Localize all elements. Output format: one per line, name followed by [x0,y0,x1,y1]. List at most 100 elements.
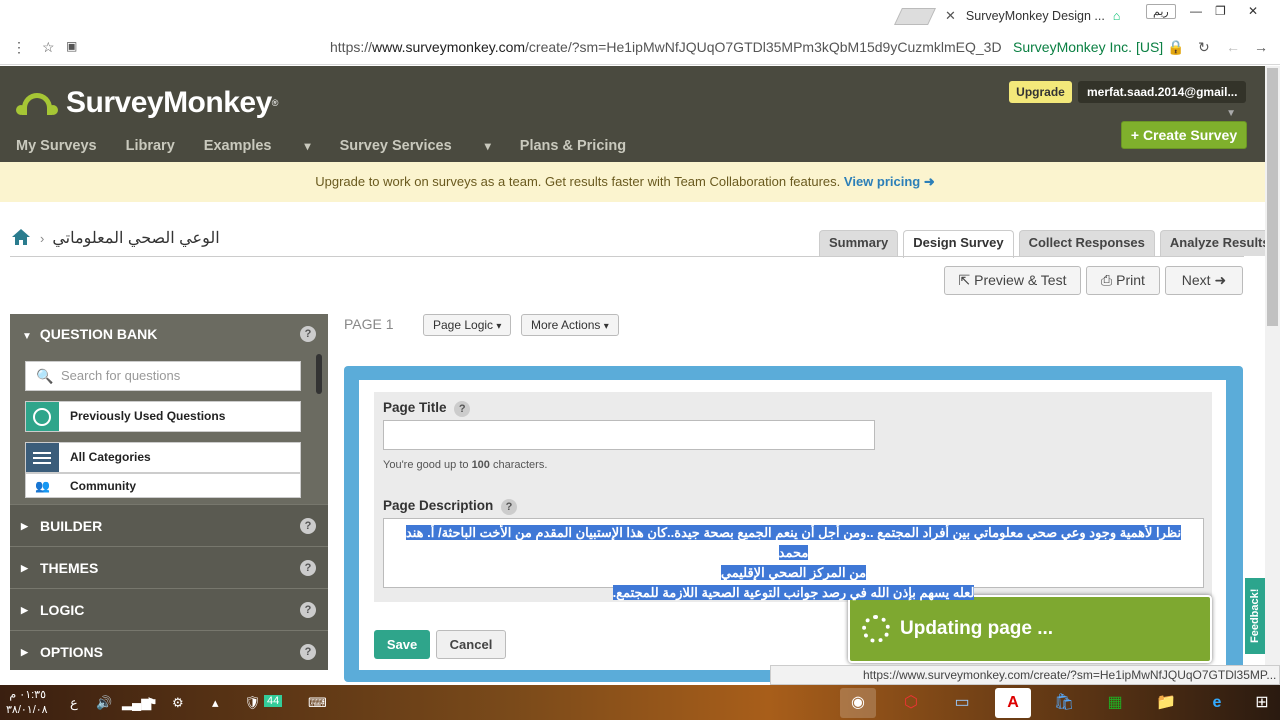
reload-icon[interactable]: ↻ [1198,39,1210,56]
close-window-icon[interactable]: ✕ [1248,4,1258,18]
scrollbar-thumb [1267,68,1278,326]
store-taskbar-icon[interactable]: 🛍 [1046,688,1082,718]
people-icon: 👥 [26,474,59,497]
page-description-label: Page Description ? [383,498,518,515]
panel-scrollbar[interactable] [316,354,322,394]
package-taskbar-icon[interactable]: ⬡ [893,688,929,718]
nav-survey-services[interactable]: Survey Services ▾ [340,138,491,154]
all-categories[interactable]: All Categories [25,442,301,473]
next-button[interactable]: Next ➜ [1165,266,1243,295]
address-bar-row: ⋮ ☆ ▣ https://www.surveymonkey.com/creat… [0,31,1280,65]
more-actions-button[interactable]: More Actions ▾ [521,314,619,336]
builder-section[interactable]: ▶ BUILDER? [10,504,328,546]
show-hidden-icons[interactable]: ▴ [212,695,219,711]
clock-icon [26,402,59,431]
close-tab-icon[interactable]: ✕ [945,8,956,24]
lock-icon: 🔒 [1167,39,1185,55]
surveymonkey-favicon-icon: ⌂ [1112,8,1121,23]
lenovo-taskbar-icon[interactable]: ▭ [944,688,980,718]
options-section[interactable]: ▶ OPTIONS? [10,630,328,670]
ev-certificate-label[interactable]: SurveyMonkey Inc. [US] 🔒 [1013,39,1185,56]
external-link-icon: ⇱ [958,272,971,288]
surveymonkey-logo[interactable]: SurveyMonkey ® [16,86,278,120]
restore-icon[interactable]: ❐ [1215,4,1226,18]
start-windows-icon[interactable]: ⊞ [1244,688,1280,718]
browser-tab-bar: ✕ SurveyMonkey Design ... ⌂ ريم — ❐ ✕ [0,0,1280,31]
tab-design-survey[interactable]: Design Survey [903,230,1014,258]
forward-icon[interactable]: ← [1226,39,1240,55]
file-explorer-taskbar-icon[interactable]: 📁 [1148,688,1184,718]
themes-section[interactable]: ▶ THEMES? [10,546,328,588]
page-description-input[interactable]: نظرا لأهمية وجود وعي صحي معلوماتي بين أف… [383,518,1204,600]
breadcrumb: › الوعي الصحي المعلوماتي [40,228,220,248]
chrome-taskbar-icon[interactable]: ◉ [840,688,876,718]
browser-tab[interactable]: ✕ SurveyMonkey Design ... ⌂ [945,3,1125,28]
question-bank-header[interactable]: ▼ QUESTION BANK ? [10,314,328,354]
system-clock[interactable]: ٠١:٣٥ م ٣٨/٠١/٠٨ [6,688,48,718]
help-icon: ? [454,401,471,417]
adobe-taskbar-icon[interactable]: A [995,688,1031,718]
new-tab-button[interactable] [894,8,936,25]
nav-library[interactable]: Library [126,138,175,154]
nav-plans-pricing[interactable]: Plans & Pricing [520,138,626,154]
help-icon: ? [501,499,518,515]
back-icon[interactable]: → [1254,39,1268,55]
help-icon: ? [300,560,316,576]
survey-tabs: Summary Design Survey Collect Responses … [814,230,1280,258]
app-tray-icon[interactable]: ⚙ [172,695,184,711]
minimize-icon[interactable]: — [1190,4,1202,18]
view-pricing-link[interactable]: View pricing ➜ [844,174,935,189]
print-button[interactable]: ⎙ Print [1086,266,1160,295]
tab-divider [10,256,1244,257]
status-bar-url: https://www.surveymonkey.com/create/?sm=… [770,665,1280,685]
help-icon[interactable]: ? [300,326,316,342]
create-survey-button[interactable]: + Create Survey [1121,121,1247,149]
flag-icon[interactable]: ⚑ [146,695,158,711]
page-scrollbar[interactable] [1265,66,1280,686]
input-language[interactable]: ع [70,695,78,711]
account-menu[interactable]: merfat.saad.2014@gmail... ▼ [1078,81,1246,119]
preview-test-button[interactable]: ⇱ Preview & Test [944,266,1081,295]
search-icon: 🔍 [36,368,54,384]
help-icon: ? [300,518,316,534]
spinner-icon [862,615,890,643]
shield-icon[interactable]: 🛡 [244,695,261,711]
character-limit-note: You're good up to 100 characters. [383,459,548,471]
list-icon [26,443,59,472]
question-search-input[interactable]: 🔍 Search for questions [25,361,301,391]
internet-explorer-taskbar-icon[interactable]: e [1199,688,1235,718]
excel-taskbar-icon[interactable]: ▦ [1097,688,1133,718]
cancel-button[interactable]: Cancel [436,630,506,659]
battery-indicator[interactable]: 44 [264,695,283,707]
profile-chip[interactable]: ريم [1146,4,1176,19]
updating-toast: Updating page ... [848,595,1212,663]
nav-examples[interactable]: Examples ▾ [204,138,311,154]
upgrade-button[interactable]: Upgrade [1009,81,1072,103]
bookmark-star-icon[interactable]: ☆ [42,39,55,56]
community-category[interactable]: 👥 Community [25,473,301,498]
page-action-icon[interactable]: ▣ [66,39,77,53]
survey-title: الوعي الصحي المعلوماتي [52,230,220,247]
tab-summary[interactable]: Summary [819,230,899,256]
volume-icon[interactable]: 🔊 [96,695,112,711]
tab-title: SurveyMonkey Design ... [965,8,1105,23]
page-label: PAGE 1 [344,316,394,332]
upgrade-banner: Upgrade to work on surveys as a team. Ge… [0,162,1280,202]
save-button[interactable]: Save [374,630,430,659]
page-logic-button[interactable]: Page Logic ▾ [423,314,512,336]
page-title-input[interactable] [383,420,875,450]
triangle-right-icon: ▶ [21,521,28,531]
keyboard-icon[interactable]: ⌨ [308,695,327,711]
url-field[interactable]: https://www.surveymonkey.com/create/?sm=… [330,39,1002,55]
triangle-down-icon: ▼ [22,331,32,342]
menu-dots-icon[interactable]: ⋮ [12,39,26,56]
feedback-tab[interactable]: Feedback! [1245,578,1265,654]
home-icon[interactable] [11,228,31,246]
previously-used-questions[interactable]: Previously Used Questions [25,401,301,432]
tab-collect-responses[interactable]: Collect Responses [1018,230,1155,256]
nav-my-surveys[interactable]: My Surveys [16,138,97,154]
logic-section[interactable]: ▶ LOGIC? [10,588,328,630]
tab-analyze-results[interactable]: Analyze Results [1159,230,1280,256]
page-title-label: Page Title ? [383,400,471,417]
arrow-right-icon: ➜ [1214,272,1227,288]
